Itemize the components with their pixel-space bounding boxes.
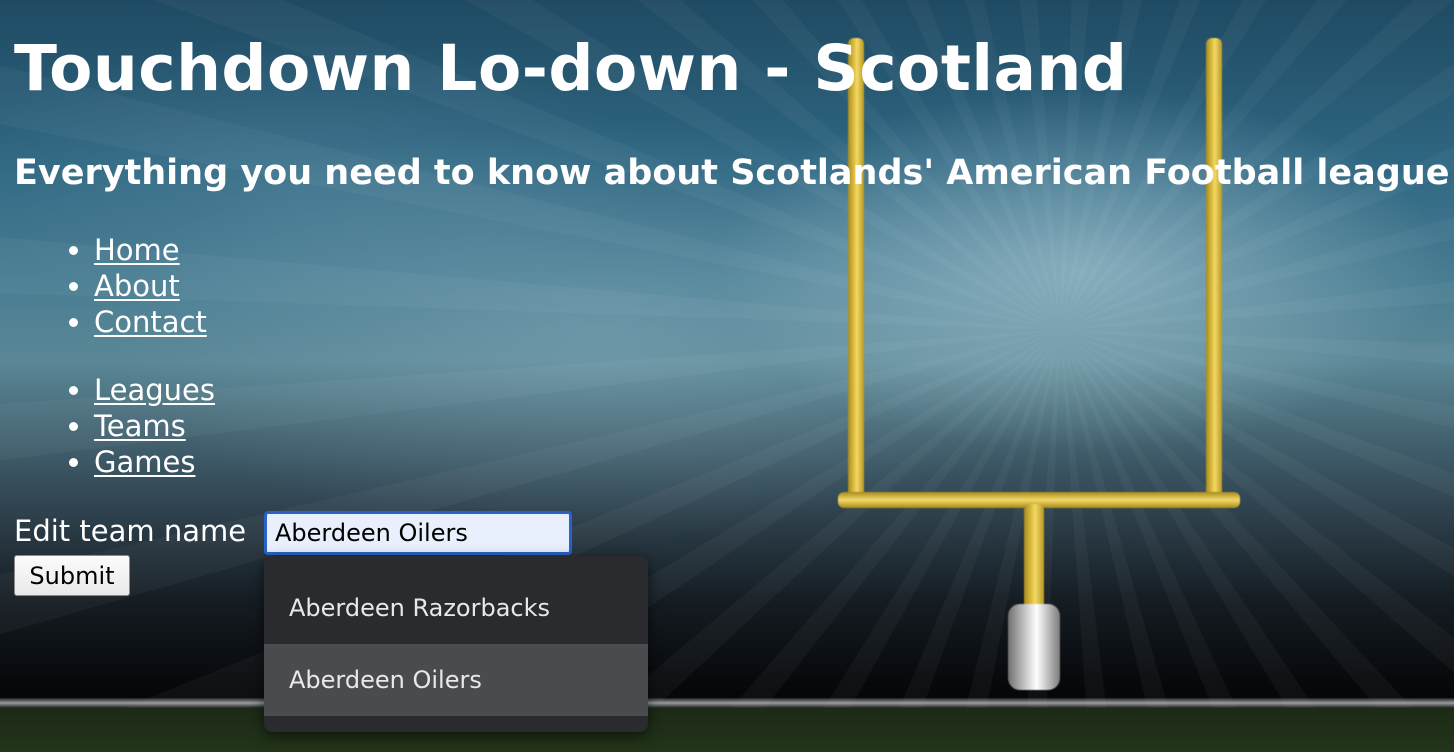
submit-button[interactable]: Submit xyxy=(14,555,130,596)
nav-link-home[interactable]: Home xyxy=(94,233,180,267)
nav-item-about: About xyxy=(94,268,207,304)
nav-item-games: Games xyxy=(94,444,215,480)
autocomplete-dropdown: Aberdeen Razorbacks Aberdeen Oilers xyxy=(264,556,648,732)
page-content: Touchdown Lo-down - Scotland Everything … xyxy=(0,0,1454,752)
nav-item-leagues: Leagues xyxy=(94,372,215,408)
nav-item-teams: Teams xyxy=(94,408,215,444)
nav-link-games[interactable]: Games xyxy=(94,445,195,479)
data-nav: Leagues Teams Games xyxy=(54,372,215,480)
page-subtitle: Everything you need to know about Scotla… xyxy=(14,153,1450,193)
autocomplete-option-highlighted[interactable]: Aberdeen Oilers xyxy=(264,644,648,716)
page-title: Touchdown Lo-down - Scotland xyxy=(14,32,1128,105)
nav-link-contact[interactable]: Contact xyxy=(94,305,207,339)
nav-item-contact: Contact xyxy=(94,304,207,340)
team-name-input[interactable] xyxy=(264,511,572,555)
main-nav: Home About Contact xyxy=(54,232,207,340)
nav-link-leagues[interactable]: Leagues xyxy=(94,373,215,407)
nav-link-about[interactable]: About xyxy=(94,269,180,303)
team-name-label: Edit team name xyxy=(14,514,247,548)
autocomplete-option[interactable]: Aberdeen Razorbacks xyxy=(264,572,648,644)
nav-link-teams[interactable]: Teams xyxy=(94,409,186,443)
nav-item-home: Home xyxy=(94,232,207,268)
